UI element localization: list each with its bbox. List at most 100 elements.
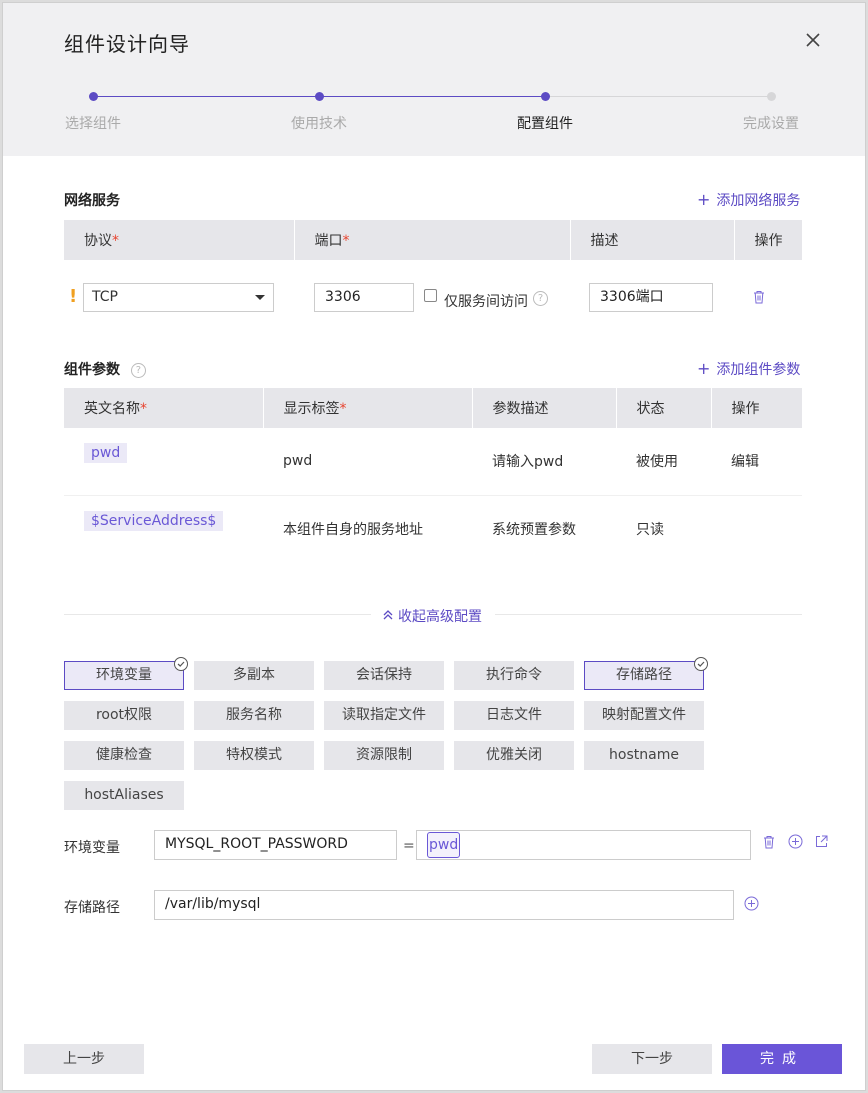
collapse-advanced-toggle[interactable]: 收起高级配置	[382, 606, 482, 626]
edit-link[interactable]: 编辑	[711, 428, 802, 496]
param-action-cell	[711, 495, 802, 562]
advanced-option-chip[interactable]: 服务名称	[194, 701, 314, 730]
advanced-option-label: 优雅关闭	[486, 747, 542, 763]
wizard-header: 组件设计向导 选择组件 使用技术 配置组件 完成设置	[3, 3, 865, 156]
advanced-option-label: 会话保持	[356, 667, 412, 683]
add-network-service-link[interactable]: + 添加网络服务	[697, 190, 800, 210]
advanced-option-chip[interactable]: 环境变量	[64, 657, 188, 690]
param-label-cell: 本组件自身的服务地址	[283, 521, 423, 538]
add-network-service-label: 添加网络服务	[716, 193, 801, 209]
params-table: 英文名称* 显示标签* 参数描述 状态 操作 pwd pwd 请输入pwd 被使…	[64, 388, 802, 562]
col-port: 端口*	[294, 220, 571, 260]
col-param-actions: 操作	[711, 388, 802, 428]
param-desc-cell: 请输入pwd	[472, 428, 616, 496]
advanced-option-label: 环境变量	[96, 667, 152, 683]
advanced-option-chip[interactable]: hostname	[584, 741, 704, 770]
delete-icon[interactable]	[762, 835, 778, 851]
advanced-option-chip[interactable]: 读取指定文件	[324, 701, 444, 730]
divider-left	[64, 614, 371, 615]
close-icon[interactable]	[802, 29, 824, 51]
col-english-name: 英文名称*	[64, 388, 264, 428]
advanced-option-label: 资源限制	[356, 747, 412, 763]
param-name-tag: pwd	[84, 443, 128, 464]
next-step-button[interactable]: 下一步	[592, 1044, 712, 1074]
step-label-4[interactable]: 完成设置	[711, 113, 831, 133]
advanced-option-label: 多副本	[233, 667, 275, 683]
step-line-todo	[545, 96, 771, 97]
port-input[interactable]: 3306	[314, 283, 414, 312]
step-label-3[interactable]: 配置组件	[485, 113, 605, 133]
storage-path-input[interactable]: /var/lib/mysql	[154, 890, 734, 920]
internal-only-checkbox[interactable]	[424, 289, 437, 302]
advanced-option-chip[interactable]: 会话保持	[324, 661, 444, 690]
advanced-option-chip[interactable]: root权限	[64, 701, 184, 730]
advanced-option-chip[interactable]: 执行命令	[454, 661, 574, 690]
component-design-wizard-dialog: 组件设计向导 选择组件 使用技术 配置组件 完成设置 网络服务 + 添加网络服务 …	[2, 2, 866, 1091]
add-param-link[interactable]: + 添加组件参数	[697, 359, 800, 379]
env-value-input[interactable]: pwd	[416, 830, 751, 860]
protocol-select-value: TCP	[92, 289, 118, 305]
advanced-option-chip[interactable]: 多副本	[194, 661, 314, 690]
check-circle-icon	[174, 657, 188, 671]
step-label-2[interactable]: 使用技术	[259, 113, 379, 133]
step-label-1[interactable]: 选择组件	[33, 113, 153, 133]
internal-only-label: 仅服务间访问	[444, 294, 528, 310]
storage-path-label: 存储路径	[64, 900, 120, 916]
finish-button[interactable]: 完成	[722, 1044, 842, 1074]
help-icon[interactable]: ?	[533, 291, 548, 306]
table-row: pwd pwd 请输入pwd 被使用 编辑	[64, 428, 802, 496]
network-table: 协议* 端口* 描述 操作	[64, 220, 802, 332]
add-circle-icon[interactable]	[788, 834, 804, 850]
divider-right	[495, 614, 802, 615]
col-description: 描述	[570, 220, 735, 260]
delete-icon[interactable]	[752, 290, 768, 306]
advanced-option-chip[interactable]: 特权模式	[194, 741, 314, 770]
protocol-select[interactable]: TCP	[83, 283, 274, 312]
advanced-option-label: hostAliases	[84, 787, 164, 803]
params-section-title-text: 组件参数	[64, 362, 120, 378]
advanced-option-chip[interactable]: 映射配置文件	[584, 701, 704, 730]
dialog-title: 组件设计向导	[64, 32, 190, 56]
chevron-down-icon	[255, 295, 265, 300]
plus-icon: +	[697, 359, 711, 378]
param-status-cell: 被使用	[616, 428, 711, 496]
env-value-token: pwd	[427, 832, 461, 858]
env-key-input[interactable]: MYSQL_ROOT_PASSWORD	[154, 830, 397, 860]
advanced-option-label: 读取指定文件	[342, 707, 426, 723]
step-dot-3	[541, 92, 550, 101]
env-var-label: 环境变量	[64, 840, 120, 856]
add-param-label: 添加组件参数	[716, 362, 801, 378]
help-icon[interactable]: ?	[130, 363, 146, 378]
warning-icon: !	[69, 286, 78, 307]
param-status-cell: 只读	[636, 521, 664, 538]
advanced-option-label: 日志文件	[486, 707, 542, 723]
port-description-input[interactable]: 3306端口	[589, 283, 713, 312]
plus-icon: +	[697, 190, 711, 209]
external-link-icon[interactable]	[814, 834, 830, 850]
env-equals: =	[403, 838, 415, 854]
collapse-advanced-label: 收起高级配置	[398, 609, 482, 625]
col-param-desc: 参数描述	[472, 388, 617, 428]
advanced-option-label: 服务名称	[226, 707, 282, 723]
advanced-option-label: 执行命令	[486, 667, 542, 683]
advanced-option-chip[interactable]: 资源限制	[324, 741, 444, 770]
prev-step-button[interactable]: 上一步	[24, 1044, 144, 1074]
advanced-option-chip[interactable]: 优雅关闭	[454, 741, 574, 770]
network-section-title: 网络服务	[64, 193, 120, 209]
chevron-up-double-icon	[382, 609, 394, 625]
step-dot-1	[89, 92, 98, 101]
advanced-option-chip[interactable]: 存储路径	[584, 657, 708, 690]
advanced-option-chip[interactable]: 健康检查	[64, 741, 184, 770]
add-circle-icon[interactable]	[744, 896, 760, 912]
col-actions: 操作	[734, 220, 802, 260]
col-display-label: 显示标签*	[263, 388, 473, 428]
advanced-option-label: 存储路径	[616, 667, 672, 683]
advanced-option-chip[interactable]: hostAliases	[64, 781, 184, 810]
step-dot-4	[767, 92, 776, 101]
advanced-option-label: 健康检查	[96, 747, 152, 763]
advanced-option-label: hostname	[609, 747, 679, 763]
param-label-cell: pwd	[263, 428, 472, 496]
advanced-option-label: 映射配置文件	[602, 707, 686, 723]
step-dot-2	[315, 92, 324, 101]
advanced-option-chip[interactable]: 日志文件	[454, 701, 574, 730]
